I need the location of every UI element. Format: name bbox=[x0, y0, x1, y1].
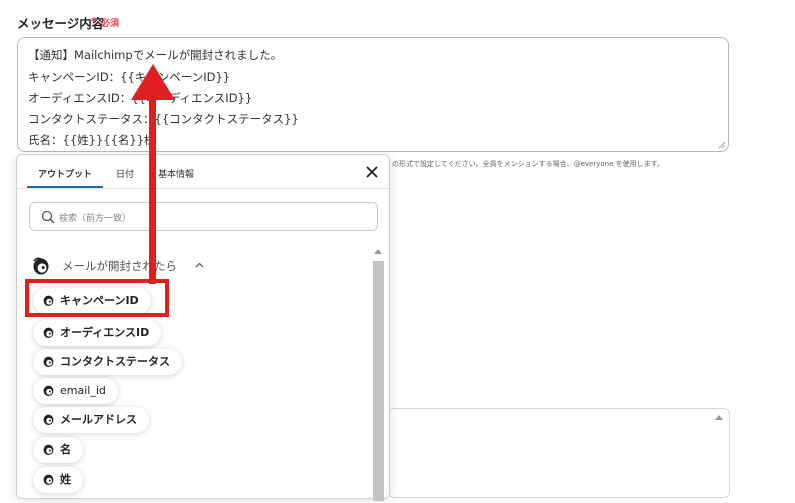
variable-chip-contact-status[interactable]: コンタクトステータス bbox=[33, 349, 182, 375]
mailchimp-logo-icon bbox=[43, 356, 54, 368]
message-line-3: オーディエンスID：{{オーディエンスID}} bbox=[28, 91, 253, 105]
variable-chip-first-name[interactable]: 名 bbox=[33, 437, 83, 463]
message-line-5: 氏名：{{姓}}{{名}}様 bbox=[28, 133, 156, 147]
resize-handle-icon[interactable] bbox=[718, 141, 726, 149]
tabs-divider bbox=[17, 188, 389, 189]
variable-picker-panel: アウトプット 日付 基本情報 検索（前方一致） メールが開封されたら キャンペー… bbox=[16, 154, 390, 501]
chip-label: email_id bbox=[60, 384, 106, 397]
scrollbar-thumb[interactable] bbox=[373, 261, 384, 501]
chip-label: コンタクトステータス bbox=[60, 355, 170, 368]
mailchimp-logo-icon bbox=[43, 414, 54, 426]
chip-label: メールアドレス bbox=[60, 413, 137, 426]
required-badge: 必須 bbox=[101, 19, 120, 29]
chevron-up-icon[interactable] bbox=[195, 262, 204, 268]
variable-chip-audience-id[interactable]: オーディエンスID bbox=[33, 320, 162, 346]
mailchimp-logo-icon bbox=[33, 257, 49, 275]
message-line-4: コンタクトステータス：{{コンタクトステータス}} bbox=[28, 112, 299, 126]
search-input[interactable]: 検索（前方一致） bbox=[29, 202, 378, 231]
variable-chip-last-name[interactable]: 姓 bbox=[33, 467, 83, 493]
variable-chip-email-address[interactable]: メールアドレス bbox=[33, 407, 149, 433]
mailchimp-logo-icon bbox=[43, 385, 54, 397]
chip-label: 名 bbox=[60, 443, 71, 456]
chip-label: 姓 bbox=[60, 473, 71, 486]
tab-basic-info[interactable]: 基本情報 bbox=[158, 167, 194, 180]
required-star: * bbox=[91, 15, 97, 28]
annotation-highlight-box bbox=[25, 279, 169, 317]
message-line-1: 【通知】Mailchimpでメールが開封されました。 bbox=[28, 48, 283, 62]
scroll-up-icon[interactable] bbox=[715, 415, 723, 420]
tab-output[interactable]: アウトプット bbox=[38, 167, 92, 180]
scroll-up-icon[interactable] bbox=[374, 249, 382, 254]
mailchimp-logo-icon bbox=[43, 474, 54, 486]
message-textarea[interactable]: 【通知】Mailchimpでメールが開封されました。 キャンペーンID：{{キャ… bbox=[17, 37, 729, 152]
close-icon[interactable] bbox=[365, 165, 379, 179]
tab-date[interactable]: 日付 bbox=[116, 167, 134, 180]
secondary-textarea[interactable] bbox=[388, 408, 730, 498]
helper-text: の形式で設定してください。全員をメンションする場合、@everyone を使用し… bbox=[392, 160, 664, 168]
group-title: メールが開封されたら bbox=[62, 259, 177, 273]
variable-chip-email-id[interactable]: email_id bbox=[33, 378, 118, 404]
mailchimp-logo-icon bbox=[43, 444, 54, 456]
panel-scrollbar[interactable] bbox=[371, 243, 385, 503]
mailchimp-logo-icon bbox=[43, 327, 54, 339]
search-icon bbox=[41, 210, 55, 224]
message-line-2: キャンペーンID：{{キャンペーンID}} bbox=[28, 70, 231, 84]
search-placeholder: 検索（前方一致） bbox=[59, 214, 132, 224]
chip-label: オーディエンスID bbox=[60, 326, 150, 339]
